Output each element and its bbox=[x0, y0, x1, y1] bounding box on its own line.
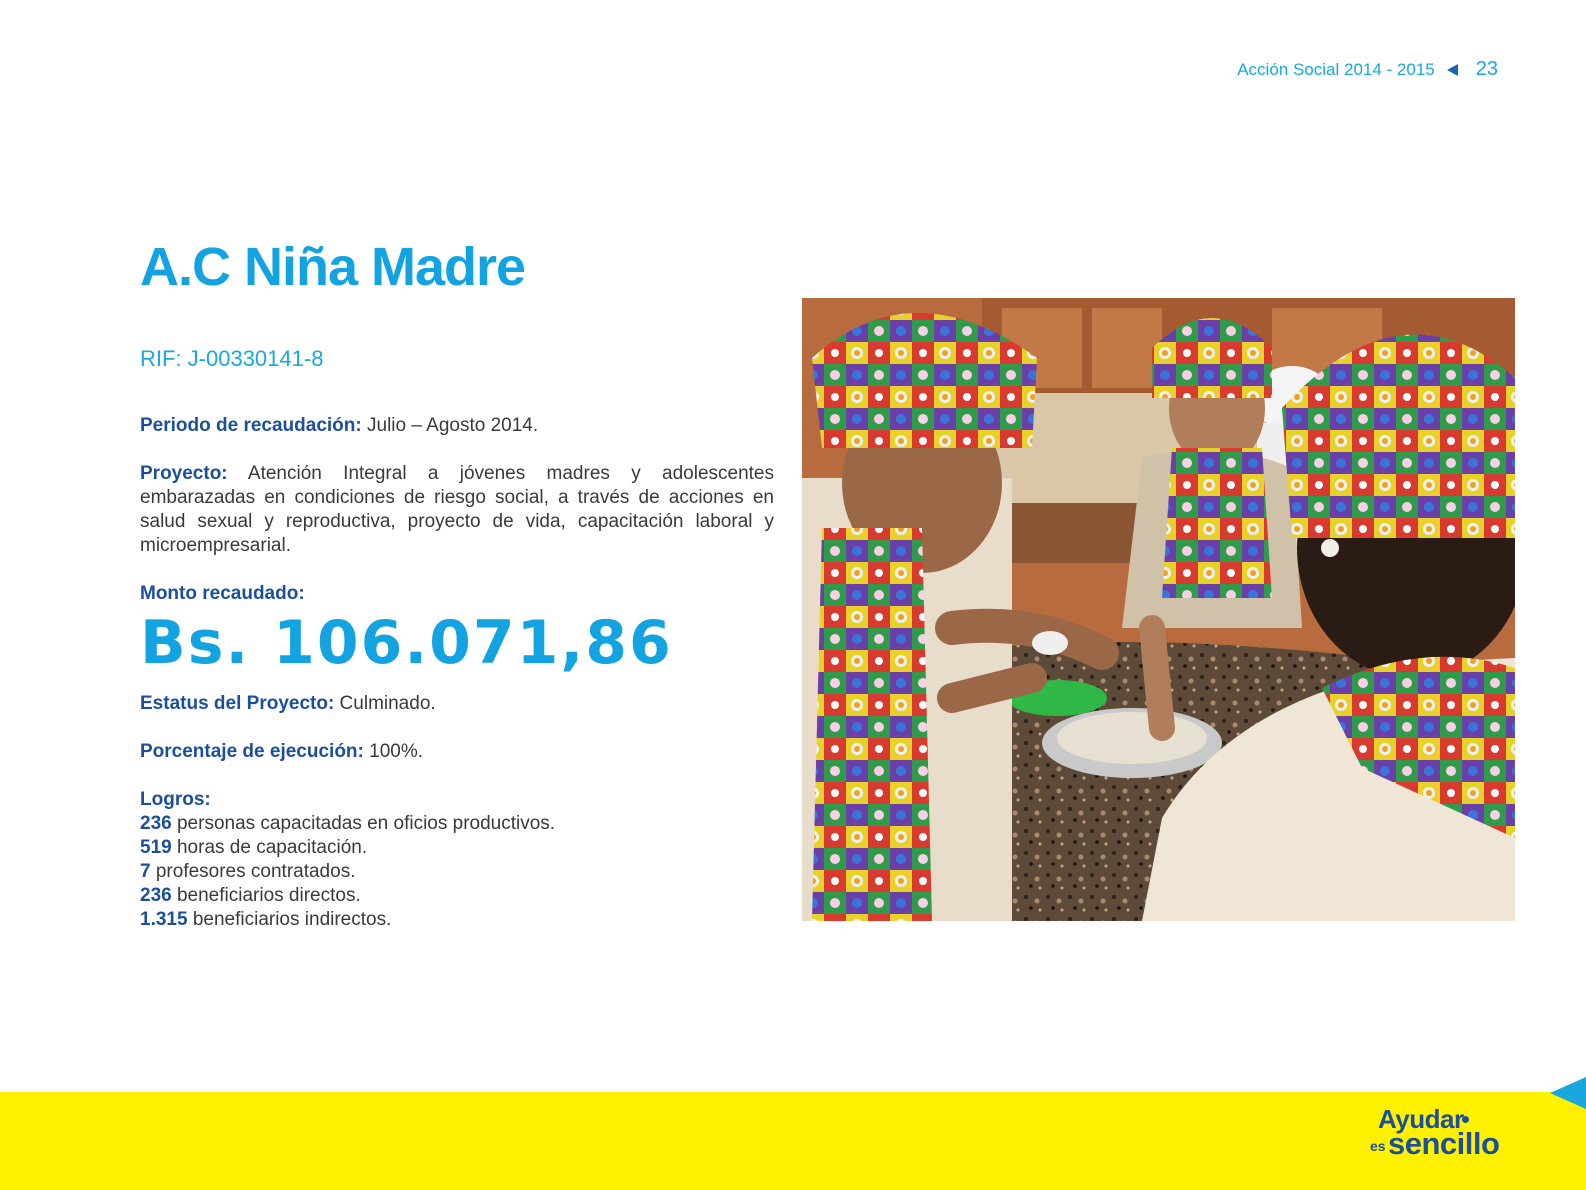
photo-illustration bbox=[802, 298, 1515, 921]
estatus-value: Culminado. bbox=[334, 693, 436, 714]
page-title: A.C Niña Madre bbox=[140, 237, 526, 297]
logo-line-2: es bbox=[1370, 1138, 1386, 1154]
footer-band bbox=[0, 1092, 1586, 1190]
logro-number: 519 bbox=[140, 837, 172, 858]
cooking-class-photo bbox=[802, 298, 1515, 921]
logros-label: Logros: bbox=[140, 789, 211, 810]
header-section-title: Acción Social 2014 - 2015 bbox=[1237, 59, 1435, 79]
list-item: 519 horas de capacitación. bbox=[140, 836, 774, 860]
porcentaje-value: 100%. bbox=[363, 741, 424, 762]
estatus-line: Estatus del Proyecto: Culminado. bbox=[140, 692, 774, 716]
logro-text: beneficiarios indirectos. bbox=[187, 909, 392, 930]
logo-line-3: sencillo bbox=[1388, 1126, 1500, 1161]
periodo-value: Julio – Agosto 2014. bbox=[361, 415, 539, 436]
proyecto-label: Proyecto: bbox=[140, 463, 228, 484]
logro-text: personas capacitadas en oficios producti… bbox=[171, 813, 556, 834]
logro-number: 236 bbox=[140, 813, 172, 834]
logro-number: 1.315 bbox=[140, 909, 188, 930]
triangle-left-icon bbox=[1446, 63, 1458, 76]
project-details: Periodo de recaudación: Julio – Agosto 2… bbox=[140, 414, 774, 932]
corner-triangle-icon bbox=[1550, 1077, 1586, 1109]
periodo-line: Periodo de recaudación: Julio – Agosto 2… bbox=[140, 414, 774, 438]
porcentaje-line: Porcentaje de ejecución: 100%. bbox=[140, 740, 774, 764]
logro-text: beneficiarios directos. bbox=[171, 885, 361, 906]
proyecto-value: Atención Integral a jóvenes madres y ado… bbox=[140, 463, 774, 556]
proyecto-paragraph: Proyecto: Atención Integral a jóvenes ma… bbox=[140, 462, 774, 558]
logro-number: 7 bbox=[140, 861, 151, 882]
logro-text: profesores contratados. bbox=[150, 861, 356, 882]
estatus-label: Estatus del Proyecto: bbox=[140, 693, 335, 714]
monto-label: Monto recaudado: bbox=[140, 583, 305, 604]
logro-number: 236 bbox=[140, 885, 172, 906]
list-item: 236 personas capacitadas en oficios prod… bbox=[140, 812, 774, 836]
logros-list: 236 personas capacitadas en oficios prod… bbox=[140, 812, 774, 932]
porcentaje-label: Porcentaje de ejecución: bbox=[140, 741, 364, 762]
logro-text: horas de capacitación. bbox=[171, 837, 368, 858]
monto-amount: Bs. 106.071,86 bbox=[140, 608, 673, 678]
page-header: Acción Social 2014 - 2015 23 bbox=[1237, 58, 1498, 81]
ayudar-es-sencillo-logo: Ayudar es sencillo bbox=[1366, 1104, 1516, 1166]
list-item: 1.315 beneficiarios indirectos. bbox=[140, 908, 774, 932]
page-number: 23 bbox=[1475, 58, 1498, 80]
rif-number: RIF: J-00330141-8 bbox=[140, 346, 324, 371]
periodo-label: Periodo de recaudación: bbox=[140, 415, 362, 436]
list-item: 236 beneficiarios directos. bbox=[140, 884, 774, 908]
list-item: 7 profesores contratados. bbox=[140, 860, 774, 884]
logo-dot-icon bbox=[1462, 1116, 1469, 1123]
